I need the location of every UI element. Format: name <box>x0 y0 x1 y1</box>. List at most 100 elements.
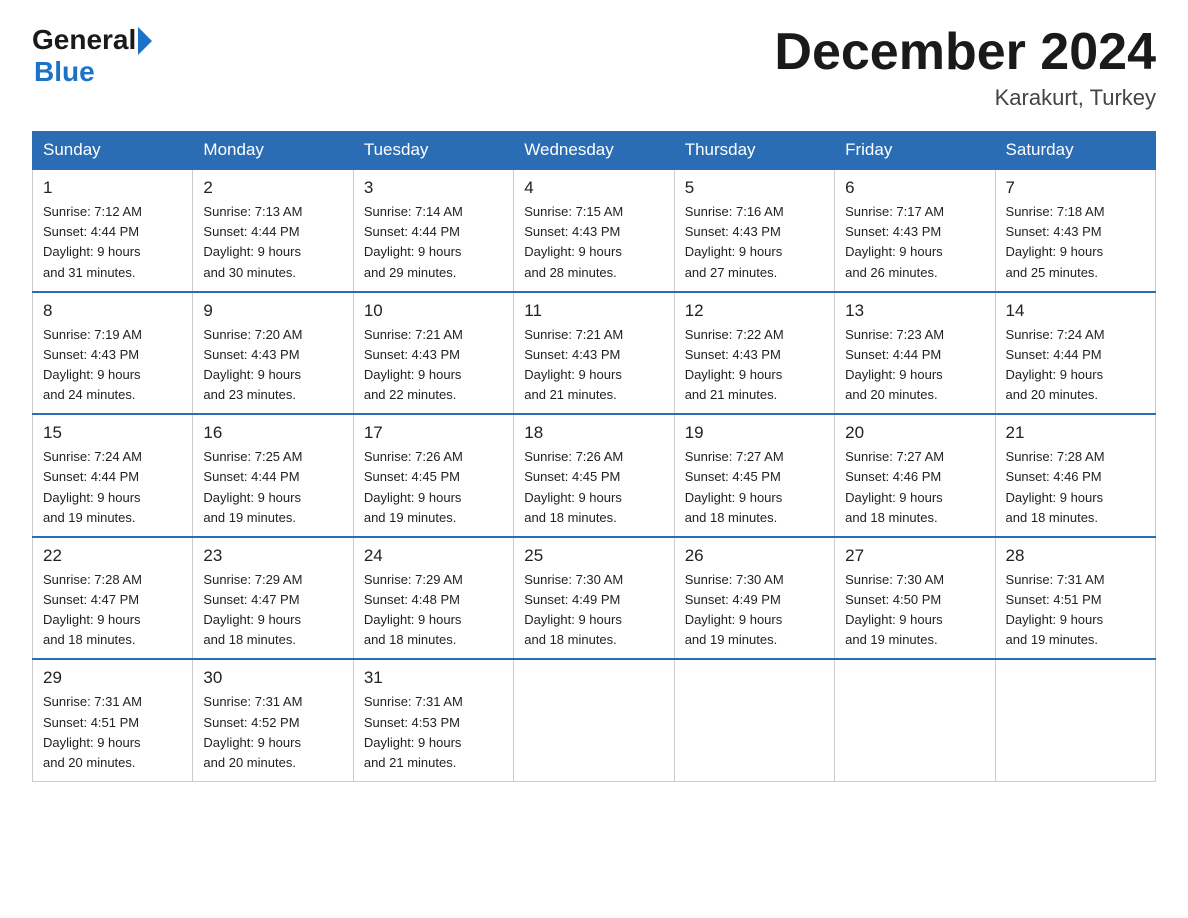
day-info: Sunrise: 7:24 AM Sunset: 4:44 PM Dayligh… <box>1006 325 1145 406</box>
day-number: 28 <box>1006 546 1145 566</box>
day-info: Sunrise: 7:31 AM Sunset: 4:51 PM Dayligh… <box>43 692 182 773</box>
table-row: 6 Sunrise: 7:17 AM Sunset: 4:43 PM Dayli… <box>835 169 995 292</box>
table-row: 22 Sunrise: 7:28 AM Sunset: 4:47 PM Dayl… <box>33 537 193 660</box>
col-sunday: Sunday <box>33 132 193 170</box>
table-row: 11 Sunrise: 7:21 AM Sunset: 4:43 PM Dayl… <box>514 292 674 415</box>
day-info: Sunrise: 7:27 AM Sunset: 4:46 PM Dayligh… <box>845 447 984 528</box>
calendar-week-row: 15 Sunrise: 7:24 AM Sunset: 4:44 PM Dayl… <box>33 414 1156 537</box>
day-number: 29 <box>43 668 182 688</box>
calendar-week-row: 1 Sunrise: 7:12 AM Sunset: 4:44 PM Dayli… <box>33 169 1156 292</box>
table-row: 26 Sunrise: 7:30 AM Sunset: 4:49 PM Dayl… <box>674 537 834 660</box>
calendar-week-row: 8 Sunrise: 7:19 AM Sunset: 4:43 PM Dayli… <box>33 292 1156 415</box>
day-info: Sunrise: 7:13 AM Sunset: 4:44 PM Dayligh… <box>203 202 342 283</box>
day-info: Sunrise: 7:21 AM Sunset: 4:43 PM Dayligh… <box>364 325 503 406</box>
table-row <box>674 659 834 781</box>
table-row: 27 Sunrise: 7:30 AM Sunset: 4:50 PM Dayl… <box>835 537 995 660</box>
table-row: 16 Sunrise: 7:25 AM Sunset: 4:44 PM Dayl… <box>193 414 353 537</box>
day-info: Sunrise: 7:19 AM Sunset: 4:43 PM Dayligh… <box>43 325 182 406</box>
day-info: Sunrise: 7:31 AM Sunset: 4:51 PM Dayligh… <box>1006 570 1145 651</box>
table-row: 20 Sunrise: 7:27 AM Sunset: 4:46 PM Dayl… <box>835 414 995 537</box>
day-info: Sunrise: 7:26 AM Sunset: 4:45 PM Dayligh… <box>524 447 663 528</box>
day-info: Sunrise: 7:27 AM Sunset: 4:45 PM Dayligh… <box>685 447 824 528</box>
calendar-header-row: Sunday Monday Tuesday Wednesday Thursday… <box>33 132 1156 170</box>
calendar-week-row: 29 Sunrise: 7:31 AM Sunset: 4:51 PM Dayl… <box>33 659 1156 781</box>
table-row: 18 Sunrise: 7:26 AM Sunset: 4:45 PM Dayl… <box>514 414 674 537</box>
day-number: 17 <box>364 423 503 443</box>
day-number: 12 <box>685 301 824 321</box>
logo-general-text: General <box>32 24 136 56</box>
day-info: Sunrise: 7:20 AM Sunset: 4:43 PM Dayligh… <box>203 325 342 406</box>
table-row <box>995 659 1155 781</box>
table-row: 13 Sunrise: 7:23 AM Sunset: 4:44 PM Dayl… <box>835 292 995 415</box>
day-info: Sunrise: 7:16 AM Sunset: 4:43 PM Dayligh… <box>685 202 824 283</box>
day-number: 18 <box>524 423 663 443</box>
table-row: 23 Sunrise: 7:29 AM Sunset: 4:47 PM Dayl… <box>193 537 353 660</box>
table-row: 9 Sunrise: 7:20 AM Sunset: 4:43 PM Dayli… <box>193 292 353 415</box>
day-number: 20 <box>845 423 984 443</box>
table-row: 1 Sunrise: 7:12 AM Sunset: 4:44 PM Dayli… <box>33 169 193 292</box>
logo: General Blue <box>32 24 152 88</box>
calendar-week-row: 22 Sunrise: 7:28 AM Sunset: 4:47 PM Dayl… <box>33 537 1156 660</box>
col-tuesday: Tuesday <box>353 132 513 170</box>
day-number: 14 <box>1006 301 1145 321</box>
col-thursday: Thursday <box>674 132 834 170</box>
table-row: 4 Sunrise: 7:15 AM Sunset: 4:43 PM Dayli… <box>514 169 674 292</box>
table-row: 8 Sunrise: 7:19 AM Sunset: 4:43 PM Dayli… <box>33 292 193 415</box>
day-info: Sunrise: 7:30 AM Sunset: 4:49 PM Dayligh… <box>524 570 663 651</box>
day-number: 7 <box>1006 178 1145 198</box>
day-info: Sunrise: 7:28 AM Sunset: 4:47 PM Dayligh… <box>43 570 182 651</box>
month-title: December 2024 <box>774 24 1156 81</box>
table-row: 7 Sunrise: 7:18 AM Sunset: 4:43 PM Dayli… <box>995 169 1155 292</box>
day-info: Sunrise: 7:31 AM Sunset: 4:52 PM Dayligh… <box>203 692 342 773</box>
day-number: 31 <box>364 668 503 688</box>
day-info: Sunrise: 7:14 AM Sunset: 4:44 PM Dayligh… <box>364 202 503 283</box>
day-info: Sunrise: 7:18 AM Sunset: 4:43 PM Dayligh… <box>1006 202 1145 283</box>
col-saturday: Saturday <box>995 132 1155 170</box>
day-info: Sunrise: 7:17 AM Sunset: 4:43 PM Dayligh… <box>845 202 984 283</box>
day-info: Sunrise: 7:22 AM Sunset: 4:43 PM Dayligh… <box>685 325 824 406</box>
table-row <box>835 659 995 781</box>
day-number: 22 <box>43 546 182 566</box>
day-info: Sunrise: 7:15 AM Sunset: 4:43 PM Dayligh… <box>524 202 663 283</box>
table-row: 31 Sunrise: 7:31 AM Sunset: 4:53 PM Dayl… <box>353 659 513 781</box>
calendar-table: Sunday Monday Tuesday Wednesday Thursday… <box>32 131 1156 782</box>
day-info: Sunrise: 7:29 AM Sunset: 4:47 PM Dayligh… <box>203 570 342 651</box>
day-number: 5 <box>685 178 824 198</box>
day-info: Sunrise: 7:26 AM Sunset: 4:45 PM Dayligh… <box>364 447 503 528</box>
table-row: 2 Sunrise: 7:13 AM Sunset: 4:44 PM Dayli… <box>193 169 353 292</box>
day-info: Sunrise: 7:30 AM Sunset: 4:50 PM Dayligh… <box>845 570 984 651</box>
table-row: 17 Sunrise: 7:26 AM Sunset: 4:45 PM Dayl… <box>353 414 513 537</box>
day-number: 1 <box>43 178 182 198</box>
table-row: 29 Sunrise: 7:31 AM Sunset: 4:51 PM Dayl… <box>33 659 193 781</box>
day-number: 24 <box>364 546 503 566</box>
day-number: 27 <box>845 546 984 566</box>
table-row <box>514 659 674 781</box>
day-info: Sunrise: 7:29 AM Sunset: 4:48 PM Dayligh… <box>364 570 503 651</box>
table-row: 21 Sunrise: 7:28 AM Sunset: 4:46 PM Dayl… <box>995 414 1155 537</box>
day-number: 6 <box>845 178 984 198</box>
day-number: 4 <box>524 178 663 198</box>
day-info: Sunrise: 7:24 AM Sunset: 4:44 PM Dayligh… <box>43 447 182 528</box>
day-number: 25 <box>524 546 663 566</box>
table-row: 24 Sunrise: 7:29 AM Sunset: 4:48 PM Dayl… <box>353 537 513 660</box>
col-friday: Friday <box>835 132 995 170</box>
day-number: 10 <box>364 301 503 321</box>
day-number: 8 <box>43 301 182 321</box>
table-row: 5 Sunrise: 7:16 AM Sunset: 4:43 PM Dayli… <box>674 169 834 292</box>
day-number: 9 <box>203 301 342 321</box>
logo-triangle-icon <box>138 27 152 55</box>
day-number: 15 <box>43 423 182 443</box>
day-info: Sunrise: 7:31 AM Sunset: 4:53 PM Dayligh… <box>364 692 503 773</box>
day-number: 19 <box>685 423 824 443</box>
day-number: 16 <box>203 423 342 443</box>
col-wednesday: Wednesday <box>514 132 674 170</box>
table-row: 28 Sunrise: 7:31 AM Sunset: 4:51 PM Dayl… <box>995 537 1155 660</box>
location-subtitle: Karakurt, Turkey <box>774 85 1156 111</box>
title-block: December 2024 Karakurt, Turkey <box>774 24 1156 111</box>
day-number: 3 <box>364 178 503 198</box>
col-monday: Monday <box>193 132 353 170</box>
day-number: 30 <box>203 668 342 688</box>
day-number: 26 <box>685 546 824 566</box>
day-number: 2 <box>203 178 342 198</box>
table-row: 12 Sunrise: 7:22 AM Sunset: 4:43 PM Dayl… <box>674 292 834 415</box>
